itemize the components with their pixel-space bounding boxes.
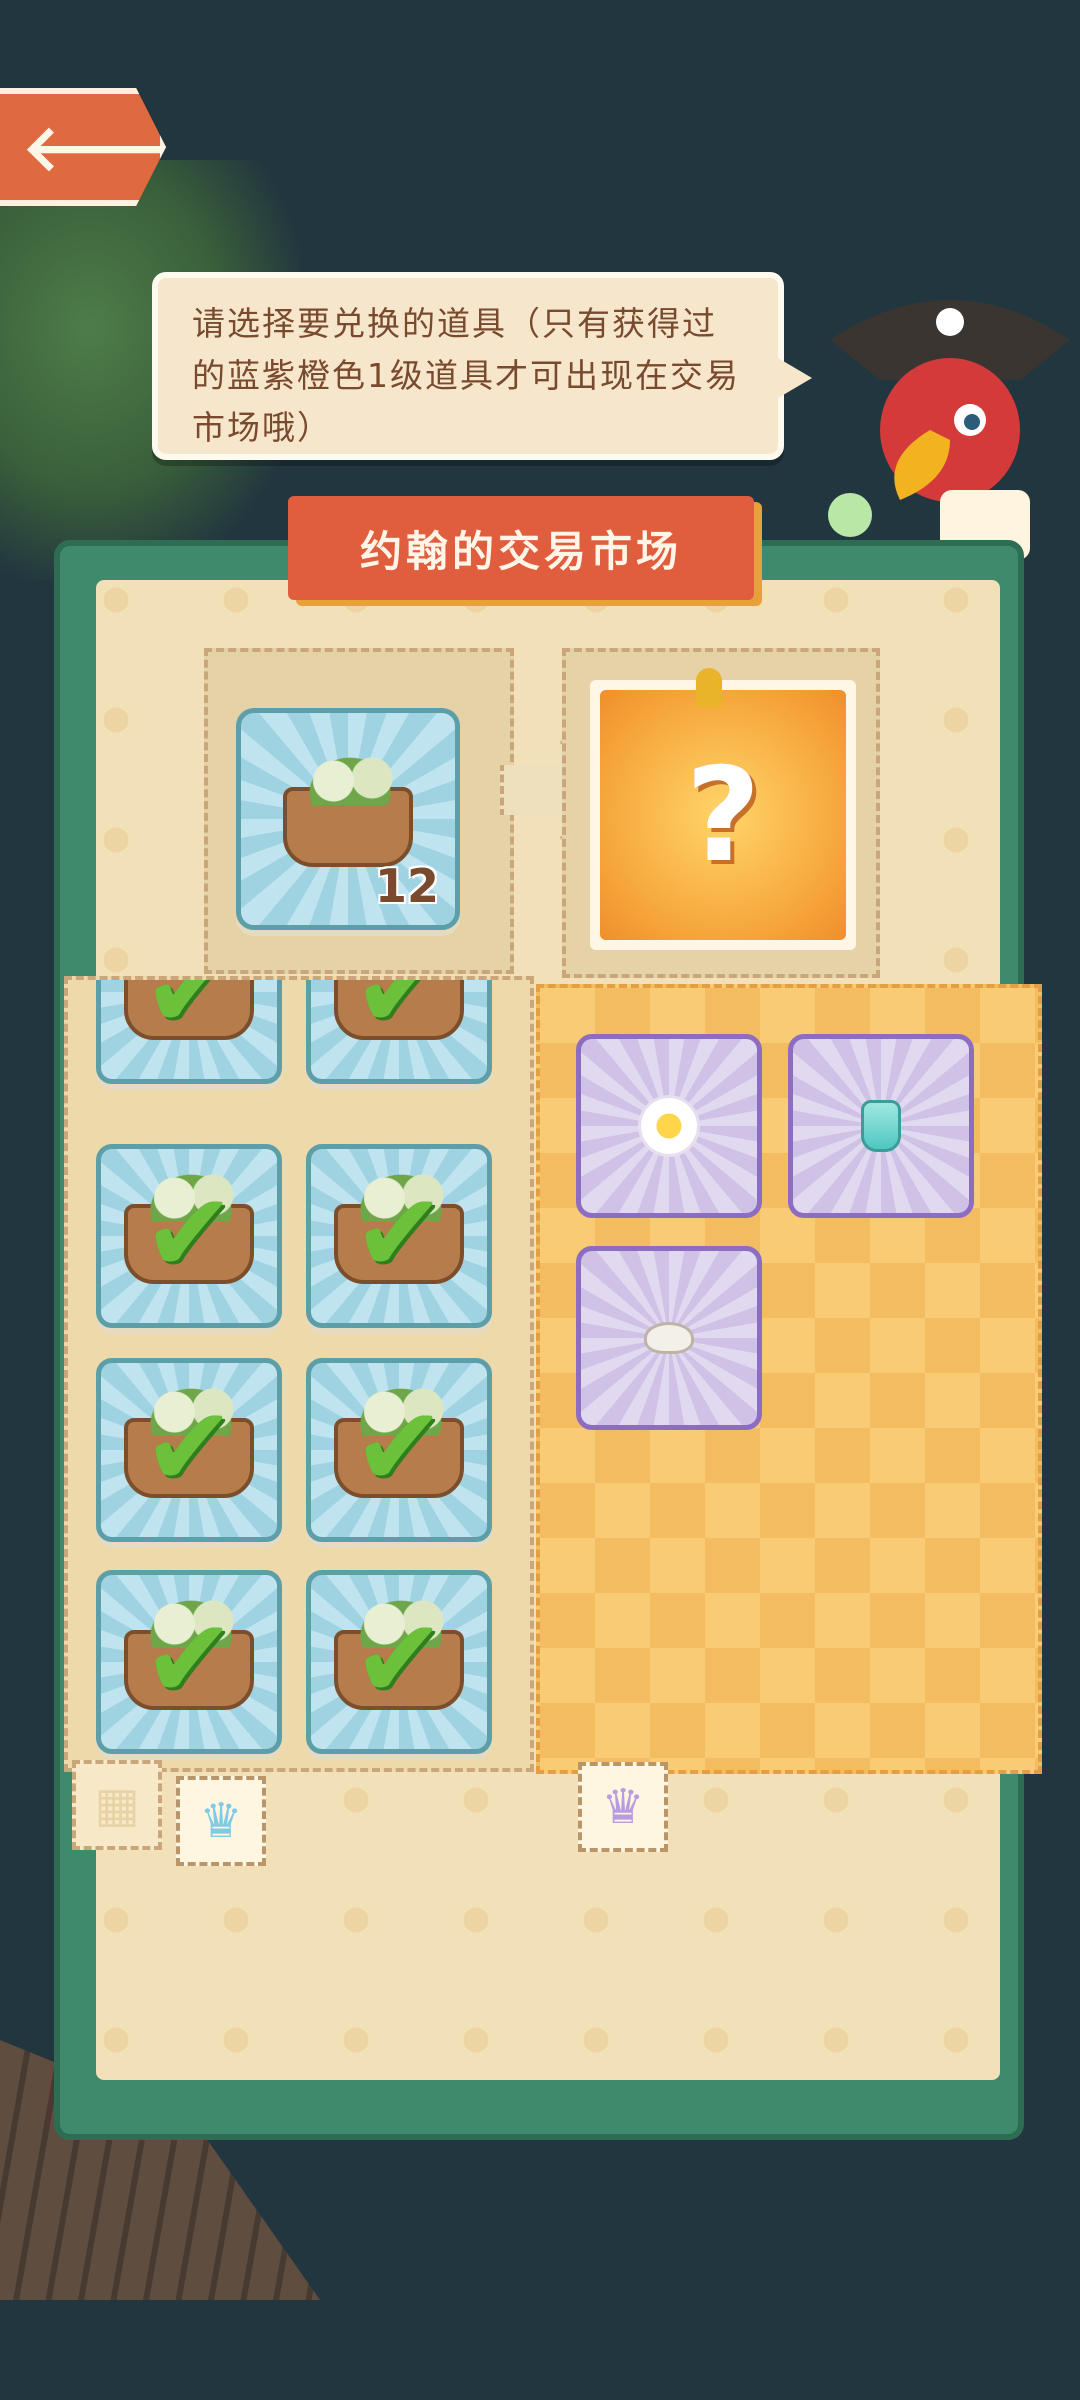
speech-bubble: 请选择要兑换的道具（只有获得过的蓝紫橙色1级道具才可出现在交易市场哦） <box>152 272 812 460</box>
seashell-icon <box>644 1322 694 1354</box>
checkmark-icon: ✔ <box>352 976 446 1053</box>
checkmark-icon: ✔ <box>352 1594 446 1723</box>
market-title: 约翰的交易市场 <box>359 526 682 576</box>
inventory-item[interactable]: ✔ <box>96 1144 282 1328</box>
checkmark-icon: ✔ <box>142 976 236 1053</box>
back-button[interactable]: 🡐 <box>0 88 166 206</box>
reward-list[interactable] <box>536 984 1042 1774</box>
pushpin-icon <box>696 668 722 708</box>
checkmark-icon: ✔ <box>142 1594 236 1723</box>
inventory-list[interactable]: ✔ ✔ ✔ ✔ ✔ ✔ ✔ ✔ <box>64 976 534 1772</box>
result-card: ? <box>590 680 856 950</box>
plumeria-flower-icon <box>641 1098 697 1154</box>
pirate-parrot-character <box>828 300 1070 560</box>
checkmark-icon: ✔ <box>352 1382 446 1511</box>
source-item-slot[interactable]: 12 <box>236 708 460 930</box>
coconut-basket-icon <box>283 745 413 867</box>
tab-grid[interactable]: ▦ <box>72 1760 162 1850</box>
inventory-item[interactable]: ✔ <box>96 976 282 1084</box>
tab-blue-crown[interactable]: ♛ <box>176 1776 266 1866</box>
checkmark-icon: ✔ <box>352 1168 446 1297</box>
question-mark-icon: ? <box>685 739 761 891</box>
inventory-item[interactable]: ✔ <box>306 1570 492 1754</box>
checkmark-icon: ✔ <box>142 1382 236 1511</box>
speech-text: 请选择要兑换的道具（只有获得过的蓝紫橙色1级道具才可出现在交易市场哦） <box>192 304 740 447</box>
checkmark-icon: ✔ <box>142 1168 236 1297</box>
inventory-item[interactable]: ✔ <box>306 976 492 1084</box>
message-bottle-icon <box>861 1100 901 1152</box>
reward-item-bottle[interactable] <box>788 1034 974 1218</box>
inventory-item[interactable]: ✔ <box>96 1358 282 1542</box>
reward-item-shell[interactable] <box>576 1246 762 1430</box>
inventory-item[interactable]: ✔ <box>96 1570 282 1754</box>
crown-icon: ♛ <box>601 1779 645 1835</box>
reward-item-plumeria[interactable] <box>576 1034 762 1218</box>
source-item-count: 12 <box>374 859 439 913</box>
crown-icon: ♛ <box>199 1793 243 1849</box>
inventory-item[interactable]: ✔ <box>306 1144 492 1328</box>
market-title-banner: 约翰的交易市场 <box>288 496 754 600</box>
inventory-item[interactable]: ✔ <box>306 1358 492 1542</box>
grid-icon: ▦ <box>94 1777 140 1833</box>
tab-purple-crown[interactable]: ♛ <box>578 1762 668 1852</box>
